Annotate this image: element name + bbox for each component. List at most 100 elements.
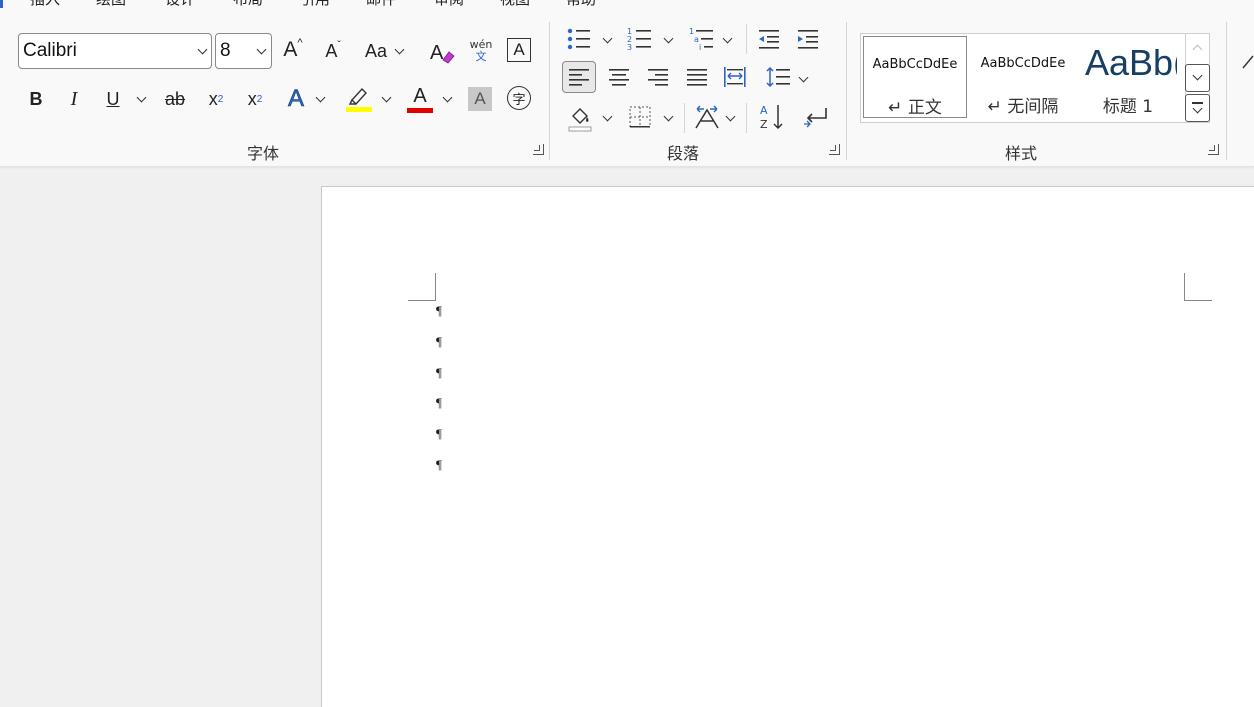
subscript-button[interactable]: x2 [202, 86, 230, 112]
font-name-combo[interactable]: Calibri [18, 33, 212, 69]
decrease-indent-icon [759, 30, 779, 49]
tab-view[interactable]: 视图 [500, 0, 530, 9]
chevron-down-icon[interactable] [394, 44, 405, 55]
phonetic-guide-button[interactable]: wén 文 [467, 36, 495, 66]
font-color-button[interactable]: A [406, 84, 434, 114]
sort-az-icon: A Z [760, 104, 783, 131]
chevron-down-icon[interactable] [136, 92, 147, 103]
ribbon-tab-strip: 插入 绘图 设计 布局 引用 邮件 审阅 视图 帮助 [0, 0, 1254, 12]
character-shading-button[interactable]: A [468, 87, 492, 111]
tab-draw[interactable]: 绘图 [96, 0, 126, 9]
bold-button[interactable]: B [24, 86, 48, 112]
paragraph-dialog-launcher-icon[interactable] [829, 144, 840, 155]
bullets-button[interactable] [565, 26, 593, 52]
clear-formatting-button[interactable]: A [428, 36, 456, 66]
distributed-button[interactable] [722, 64, 748, 90]
justify-icon [687, 69, 707, 86]
tab-references[interactable]: 引用 [300, 0, 330, 9]
font-size-combo[interactable]: 8 [215, 33, 272, 69]
align-right-button[interactable] [645, 64, 671, 90]
tab-review[interactable]: 审阅 [434, 0, 464, 9]
shrink-font-button[interactable]: Aˇ [320, 38, 346, 64]
chevron-down-icon[interactable] [725, 111, 736, 122]
shading-button[interactable] [566, 103, 594, 133]
grow-font-button[interactable]: A ^ [280, 36, 306, 64]
chevron-down-icon[interactable] [722, 33, 733, 44]
chevron-down-icon[interactable] [315, 92, 326, 103]
bold-icon: B [29, 88, 43, 109]
style-no-spacing[interactable]: AaBbCcDdEe ↵ 无间隔 [971, 36, 1075, 118]
chevron-down-icon[interactable] [442, 92, 453, 103]
font-group-label: 字体 [247, 144, 280, 163]
styles-dialog-launcher-icon[interactable] [1208, 144, 1219, 155]
tab-help[interactable]: 帮助 [566, 0, 596, 9]
superscript-button[interactable]: x2 [241, 86, 269, 112]
align-center-icon [609, 69, 629, 86]
strikethrough-button[interactable]: ab [160, 86, 190, 112]
text-effects-icon: A [287, 85, 305, 113]
chevron-down-icon[interactable] [602, 33, 613, 44]
borders-icon [629, 106, 651, 128]
phonetic-bottom-text: 文 [475, 50, 487, 63]
show-hide-marks-button[interactable] [801, 103, 831, 131]
italic-button[interactable]: I [62, 86, 86, 112]
decrease-indent-button[interactable] [756, 26, 782, 52]
style-sample-text: AaBbCcDdEe [872, 57, 958, 72]
margin-corner-mark [1184, 300, 1212, 301]
tab-insert[interactable]: 插入 [30, 0, 60, 9]
gallery-scroll-up-button[interactable] [1186, 34, 1209, 62]
italic-icon: I [70, 87, 78, 110]
chevron-down-icon[interactable] [256, 44, 267, 55]
multilevel-list-icon: 1 a i [689, 27, 713, 51]
tab-mailings[interactable]: 邮件 [366, 0, 396, 9]
bullets-icon [567, 28, 590, 50]
sort-button[interactable]: A Z [758, 102, 788, 132]
chevron-down-icon[interactable] [798, 72, 809, 83]
character-border-button[interactable]: A [507, 38, 531, 62]
align-left-button[interactable] [562, 61, 596, 93]
underline-button[interactable]: U [101, 86, 125, 112]
editing-group-partial[interactable] [1240, 52, 1254, 72]
asian-layout-button[interactable] [692, 103, 722, 131]
increase-indent-button[interactable] [795, 26, 821, 52]
group-separator [1226, 22, 1227, 160]
chevron-down-icon[interactable] [197, 44, 208, 55]
svg-text:3: 3 [627, 43, 632, 51]
document-page[interactable]: ¶ ¶ ¶ ¶ ¶ ¶ [321, 186, 1254, 707]
tab-design[interactable]: 设计 [165, 0, 195, 9]
chevron-down-icon[interactable] [381, 92, 392, 103]
chevron-down-icon [1192, 70, 1203, 81]
text-effects-button[interactable]: A [283, 84, 309, 114]
gallery-more-button[interactable] [1185, 94, 1210, 122]
gallery-scroll-down-button[interactable] [1185, 64, 1210, 92]
chevron-down-icon[interactable] [663, 111, 674, 122]
tab-layout[interactable]: 布局 [233, 0, 263, 9]
justify-button[interactable] [684, 64, 710, 90]
svg-text:A: A [430, 42, 444, 64]
styles-group-label: 样式 [1005, 144, 1038, 163]
styles-gallery: AaBbCcDdEe ↵ 正文 AaBbCcDdEe ↵ 无间隔 AaBb( 标… [860, 33, 1210, 123]
multilevel-list-button[interactable]: 1 a i [688, 26, 716, 52]
chevron-down-icon[interactable] [663, 33, 674, 44]
paragraph-mark: ¶ [436, 395, 442, 410]
numbering-button[interactable]: 1 2 3 [626, 26, 654, 52]
paragraph-mark: ¶ [436, 426, 442, 441]
borders-button[interactable] [626, 103, 654, 131]
line-spacing-button[interactable] [765, 64, 793, 90]
style-heading-1[interactable]: AaBb( 标题 1 [1079, 36, 1177, 118]
font-color-swatch [407, 107, 433, 113]
style-normal[interactable]: AaBbCcDdEe ↵ 正文 [863, 36, 967, 118]
paragraph-mark-icon [804, 108, 827, 128]
change-case-button[interactable]: Aa [362, 38, 390, 64]
margin-corner-mark [408, 300, 436, 301]
enclose-characters-button[interactable]: 字 [507, 86, 531, 110]
align-center-button[interactable] [606, 64, 632, 90]
style-sample-text: AaBb( [1085, 42, 1177, 83]
increase-indent-icon [798, 30, 818, 49]
paint-bucket-icon [568, 108, 592, 132]
style-name: 标题 1 [1102, 97, 1154, 117]
chevron-down-icon[interactable] [602, 111, 613, 122]
highlight-color-button[interactable] [344, 84, 374, 114]
font-dialog-launcher-icon[interactable] [533, 144, 544, 155]
asian-layout-icon [695, 105, 719, 129]
